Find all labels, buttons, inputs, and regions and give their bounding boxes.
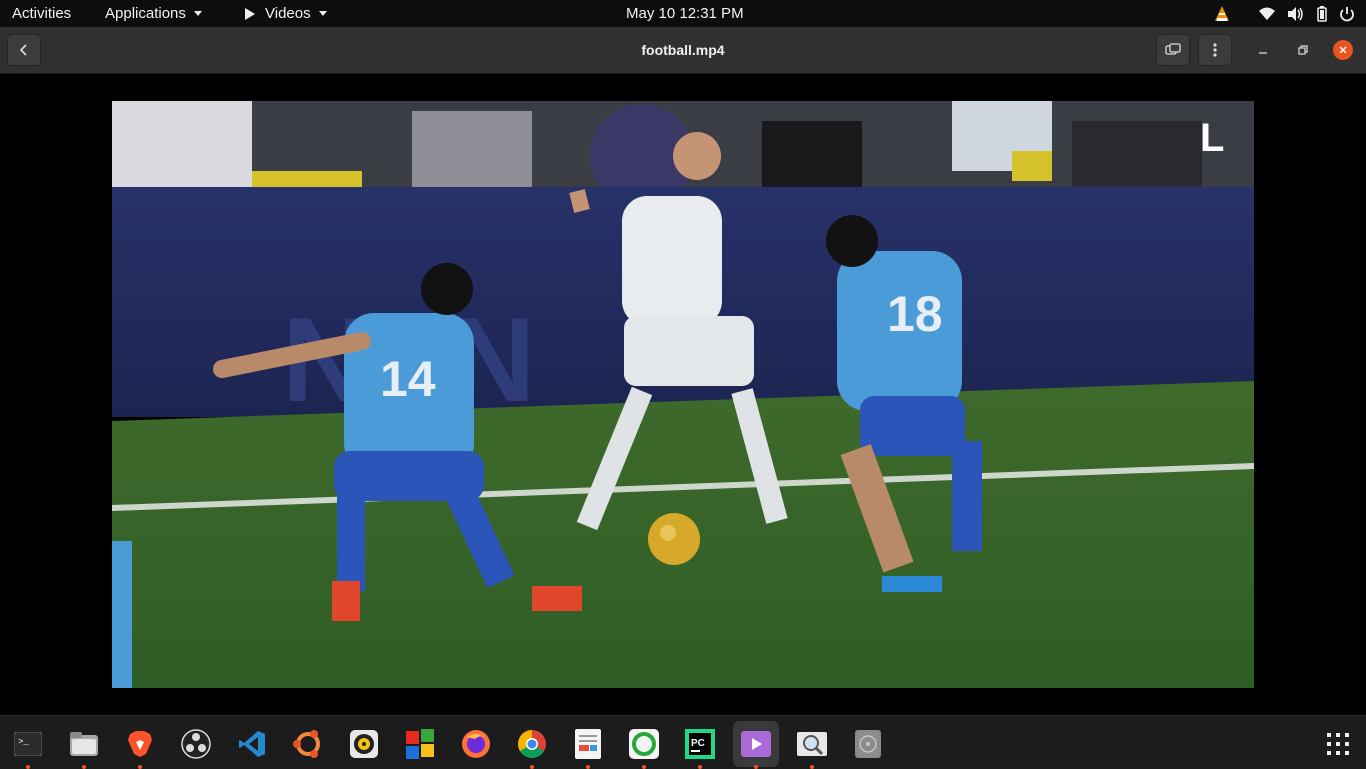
dock-app-windows[interactable] bbox=[400, 724, 440, 764]
ubuntu-icon bbox=[293, 730, 320, 758]
chevron-left-icon bbox=[19, 44, 27, 56]
picture-in-picture-icon bbox=[1165, 43, 1181, 55]
obs-icon bbox=[181, 729, 211, 759]
dock-app-image-viewer[interactable] bbox=[792, 724, 832, 769]
running-indicator bbox=[642, 765, 646, 769]
volume-icon[interactable] bbox=[1286, 5, 1304, 23]
running-indicator bbox=[82, 765, 86, 769]
dock-app-disks[interactable] bbox=[848, 724, 888, 764]
folder-icon bbox=[70, 732, 98, 756]
windows-icon bbox=[406, 729, 434, 759]
vlc-icon[interactable] bbox=[1213, 5, 1231, 23]
activities-button[interactable]: Activities bbox=[12, 0, 71, 27]
player-number-14: 14 bbox=[380, 351, 436, 407]
vscode-icon bbox=[239, 731, 265, 757]
back-button[interactable] bbox=[7, 34, 41, 66]
show-apps-button[interactable] bbox=[1318, 724, 1358, 764]
close-button[interactable] bbox=[1333, 40, 1353, 60]
activities-label: Activities bbox=[12, 5, 72, 22]
applications-label: Applications bbox=[105, 5, 186, 22]
image-viewer-icon bbox=[797, 732, 827, 756]
dock-app-brave[interactable] bbox=[120, 724, 160, 769]
clock[interactable]: May 10 12:31 PM bbox=[626, 0, 744, 27]
dock-app-circle[interactable] bbox=[624, 724, 664, 769]
power-icon[interactable] bbox=[1338, 5, 1356, 23]
dock-app-ubuntu-software[interactable] bbox=[288, 724, 328, 764]
document-icon bbox=[575, 729, 601, 759]
video-frame[interactable]: NEN 14 18 L bbox=[112, 101, 1254, 688]
dock-app-terminal[interactable]: >_ bbox=[8, 724, 48, 769]
chevron-down-icon bbox=[193, 11, 202, 16]
video-watermark: L bbox=[1200, 116, 1224, 160]
running-indicator bbox=[810, 765, 814, 769]
top-bar: Activities Applications Videos May 10 12… bbox=[0, 0, 1366, 27]
minimize-button[interactable] bbox=[1253, 40, 1273, 60]
terminal-icon: >_ bbox=[14, 732, 42, 756]
dock-app-rhythmbox[interactable] bbox=[344, 724, 384, 764]
dock-app-pycharm[interactable]: PC bbox=[680, 724, 720, 769]
chrome-icon bbox=[518, 730, 546, 758]
dock-app-obs[interactable] bbox=[176, 724, 216, 764]
ring-icon bbox=[629, 729, 659, 759]
applications-menu[interactable]: Applications bbox=[105, 0, 202, 27]
football-video-image: NEN 14 18 L bbox=[112, 101, 1254, 688]
running-indicator bbox=[586, 765, 590, 769]
running-indicator bbox=[530, 765, 534, 769]
wifi-icon[interactable] bbox=[1258, 5, 1276, 23]
firefox-icon bbox=[462, 730, 490, 758]
dock-app-chrome[interactable] bbox=[512, 724, 552, 769]
datetime-label: May 10 12:31 PM bbox=[626, 5, 744, 22]
app-menu-label: Videos bbox=[265, 5, 311, 22]
pycharm-icon: PC bbox=[685, 729, 715, 759]
running-indicator bbox=[138, 765, 142, 769]
menu-button[interactable] bbox=[1198, 34, 1232, 66]
svg-text:PC: PC bbox=[691, 738, 705, 749]
show-apps-grid-icon bbox=[1327, 733, 1349, 755]
dock-app-files[interactable] bbox=[64, 724, 104, 769]
dock: >_ PC bbox=[0, 715, 1366, 769]
dock-app-text-editor[interactable] bbox=[568, 724, 608, 769]
svg-text:>_: >_ bbox=[18, 737, 29, 747]
picture-in-picture-button[interactable] bbox=[1156, 34, 1190, 66]
running-indicator bbox=[698, 765, 702, 769]
dock-app-videos[interactable] bbox=[733, 721, 779, 769]
running-indicator bbox=[26, 765, 30, 769]
dock-app-firefox[interactable] bbox=[456, 724, 496, 764]
dock-app-vscode[interactable] bbox=[232, 724, 272, 764]
restore-button[interactable] bbox=[1293, 40, 1313, 60]
player-number-18: 18 bbox=[887, 286, 943, 342]
kebab-menu-icon bbox=[1213, 43, 1217, 57]
app-menu[interactable]: Videos bbox=[245, 0, 327, 27]
close-icon bbox=[1339, 46, 1347, 54]
running-indicator bbox=[754, 765, 758, 769]
video-player-icon bbox=[741, 731, 771, 757]
rhythmbox-icon bbox=[350, 730, 378, 758]
minimize-icon bbox=[1259, 52, 1267, 54]
restore-icon bbox=[1298, 45, 1308, 55]
battery-icon[interactable] bbox=[1313, 5, 1331, 23]
disk-icon bbox=[855, 730, 881, 758]
brave-icon bbox=[128, 731, 152, 757]
chevron-down-icon bbox=[318, 11, 327, 16]
play-icon bbox=[245, 7, 255, 20]
header-bar: football.mp4 bbox=[0, 27, 1366, 74]
